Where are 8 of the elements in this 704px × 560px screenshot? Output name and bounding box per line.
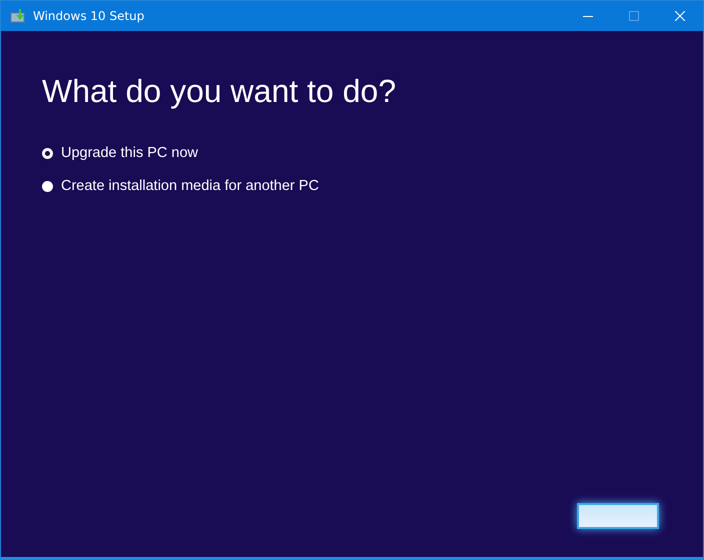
close-icon	[675, 11, 685, 21]
maximize-icon	[629, 11, 639, 21]
radio-option[interactable]: Create installation media for another PC	[42, 177, 703, 195]
setup-icon	[10, 9, 26, 23]
radio-option[interactable]: Upgrade this PC now	[42, 144, 703, 162]
blurred-button[interactable]	[577, 503, 659, 529]
page-heading: What do you want to do?	[42, 73, 397, 110]
window-title: Windows 10 Setup	[33, 9, 144, 23]
